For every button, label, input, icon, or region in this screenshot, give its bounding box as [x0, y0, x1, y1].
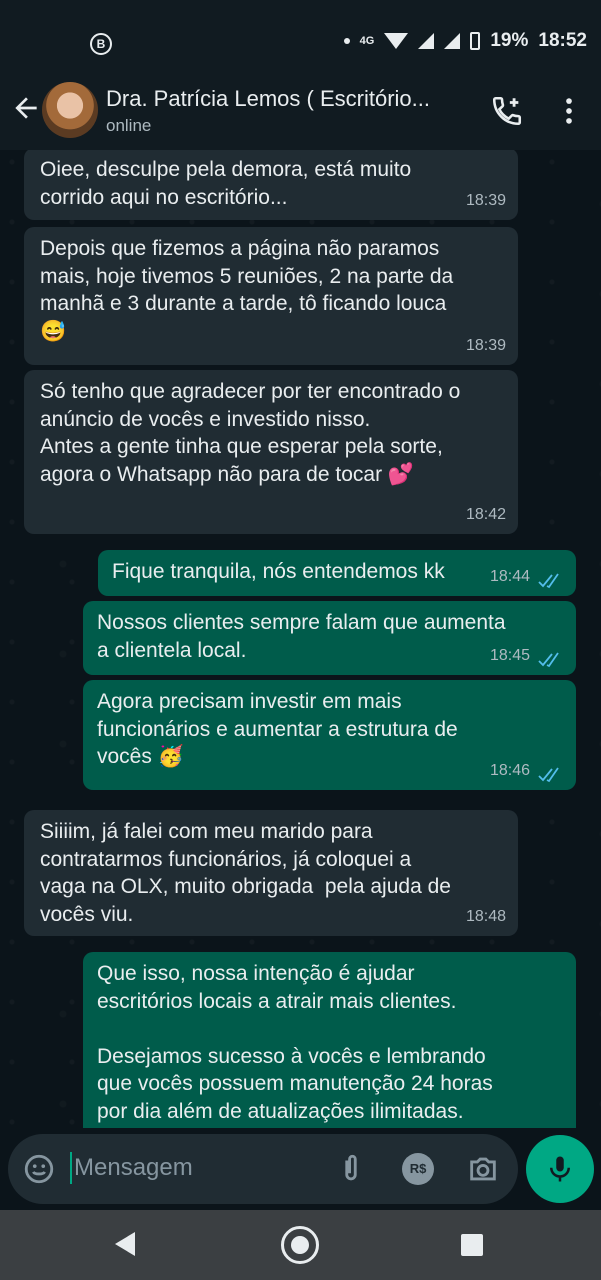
camera-icon[interactable]	[466, 1152, 500, 1186]
wifi-icon	[384, 33, 409, 49]
payment-icon[interactable]: R$	[402, 1153, 434, 1185]
nav-home-icon[interactable]	[281, 1226, 319, 1264]
contact-name[interactable]: Dra. Patrícia Lemos ( Escritório...	[106, 86, 476, 112]
message-text: Oiee, desculpe pela demora, está muito c…	[40, 158, 412, 209]
message-time: 18:46	[489, 761, 530, 779]
message-incoming[interactable]: Oiee, desculpe pela demora, está muito c…	[24, 150, 518, 220]
message-text: Siiiim, já falei com meu marido para con…	[40, 820, 451, 926]
message-time: 18:42	[465, 505, 506, 523]
signal-icon-2	[444, 33, 461, 49]
double-check-icon	[538, 767, 559, 783]
back-arrow-icon[interactable]	[10, 92, 42, 124]
message-outgoing[interactable]: Nossos clientes sempre falam que aumenta…	[83, 601, 576, 675]
status-right-group: 4G 19% 18:52	[343, 30, 587, 52]
mic-icon	[550, 1156, 570, 1182]
more-vert-icon[interactable]	[552, 94, 586, 128]
add-call-icon[interactable]	[490, 94, 524, 128]
message-time: 18:39	[465, 336, 506, 354]
system-nav-bar	[0, 1210, 601, 1280]
contact-status: online	[106, 116, 152, 135]
message-time: 18:39	[465, 191, 506, 209]
mic-button[interactable]	[526, 1135, 594, 1203]
notification-dot-icon	[343, 38, 350, 44]
message-incoming[interactable]: Só tenho que agradecer por ter encontrad…	[24, 370, 518, 534]
attach-icon[interactable]	[334, 1152, 368, 1186]
emoji-icon[interactable]	[22, 1152, 56, 1186]
chat-header: Dra. Patrícia Lemos ( Escritório... onli…	[0, 72, 601, 150]
double-check-icon	[538, 573, 559, 589]
message-incoming[interactable]: Depois que fizemos a página não paramos …	[24, 227, 518, 365]
double-check-icon	[538, 652, 559, 668]
message-outgoing[interactable]: Agora precisam investir em mais funcioná…	[83, 680, 576, 790]
avatar[interactable]	[42, 82, 98, 138]
status-bar: B 4G 19% 18:52	[0, 0, 601, 72]
message-time: 18:45	[489, 646, 530, 664]
message-outgoing[interactable]: Que isso, nossa intenção é ajudar escrit…	[83, 952, 576, 1128]
battery-icon	[470, 32, 481, 50]
message-time: 18:44	[489, 567, 530, 585]
message-text: Só tenho que agradecer por ter encontrad…	[40, 380, 461, 486]
message-text: Que isso, nossa intenção é ajudar escrit…	[97, 962, 493, 1123]
signal-icon	[418, 33, 435, 49]
network-type: 4G	[359, 35, 375, 47]
nav-recents-icon[interactable]	[461, 1234, 483, 1256]
message-list[interactable]: Oiee, desculpe pela demora, está muito c…	[0, 150, 601, 1128]
message-input[interactable]: Mensagem	[74, 1154, 193, 1182]
message-time: 18:48	[465, 907, 506, 925]
message-outgoing[interactable]: Fique tranquila, nós entendemos kk 18:44	[98, 550, 576, 596]
battery-percent: 19%	[490, 30, 529, 51]
status-app-icon: B	[90, 33, 112, 55]
message-incoming[interactable]: Siiiim, já falei com meu marido para con…	[24, 810, 518, 936]
message-input-bar: Mensagem R$	[8, 1134, 518, 1204]
text-cursor	[70, 1152, 72, 1184]
clock: 18:52	[538, 30, 587, 51]
message-text: Depois que fizemos a página não paramos …	[40, 237, 454, 343]
nav-back-icon[interactable]	[115, 1232, 135, 1256]
